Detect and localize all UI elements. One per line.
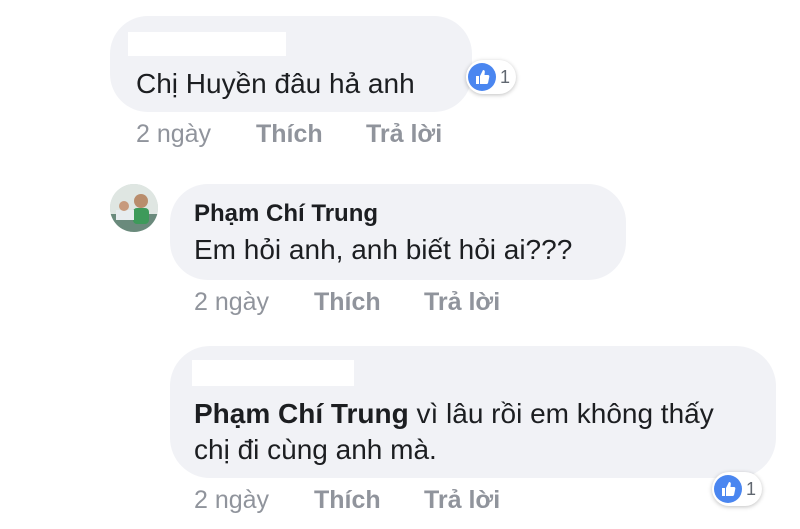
mention-link[interactable]: Phạm Chí Trung [194,398,409,429]
like-button[interactable]: Thích [256,120,366,149]
thumbs-up-icon [714,475,742,503]
like-button[interactable]: Thích [314,288,424,317]
reply-button[interactable]: Trả lời [366,120,442,149]
comment-text-line-2: chị đi cùng anh mà. [194,434,437,465]
comment-text: Chị Huyền đâu hả anh [136,68,415,99]
reaction-badge[interactable]: 1 [712,472,763,506]
comment-text: vì lâu rồi em không thấy [408,398,714,429]
reaction-count: 1 [746,478,757,499]
comment-actions-1: 2 ngày Thích Trả lời [136,120,442,149]
avatar[interactable] [110,184,158,232]
reply-button[interactable]: Trả lời [424,288,500,317]
comment-age[interactable]: 2 ngày [194,288,314,317]
reaction-count: 1 [500,66,511,87]
comment-actions-3: 2 ngày Thích Trả lời [194,486,500,515]
redacted-author-name [128,32,286,56]
comment-age[interactable]: 2 ngày [194,486,314,515]
comment-age[interactable]: 2 ngày [136,120,256,149]
comment-author[interactable]: Phạm Chí Trung [194,200,378,228]
like-button[interactable]: Thích [314,486,424,515]
comment-bubble-1: Chị Huyền đâu hả anh [110,16,472,112]
comment-actions-2: 2 ngày Thích Trả lời [194,288,500,317]
avatar-image [110,184,158,232]
comment-text: Em hỏi anh, anh biết hỏi ai??? [194,234,573,265]
thumbs-up-icon [468,63,496,91]
redacted-author-name [192,360,354,386]
reply-button[interactable]: Trả lời [424,486,500,515]
comment-text-line-1: Phạm Chí Trung vì lâu rồi em không thấy [194,398,714,430]
reaction-badge[interactable]: 1 [466,60,517,94]
comment-bubble-3: Phạm Chí Trung vì lâu rồi em không thấy … [170,346,776,478]
comment-bubble-2: Phạm Chí Trung Em hỏi anh, anh biết hỏi … [170,184,626,280]
